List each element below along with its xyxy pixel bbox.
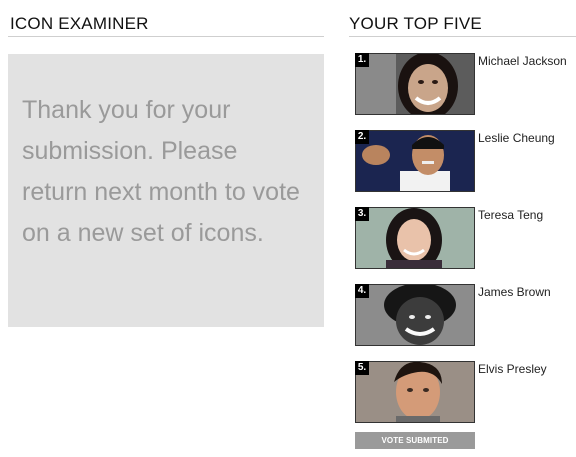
submission-message: Thank you for your submission. Please re… [22, 96, 300, 247]
left-title-divider [8, 36, 324, 37]
top-five-name: Teresa Teng [478, 208, 544, 222]
icon-examiner-title: ICON EXAMINER [10, 14, 149, 33]
rank-badge: 5. [355, 361, 369, 375]
top-five-item-5[interactable]: 5. Elvis Presley [355, 361, 575, 423]
leslie-cheung-photo[interactable] [355, 130, 475, 192]
page: ICON EXAMINER Thank you for your submiss… [0, 0, 576, 457]
top-five-item-4[interactable]: 4. James Brown [355, 284, 575, 346]
top-five-name: James Brown [478, 285, 551, 299]
elvis-presley-photo[interactable] [355, 361, 475, 423]
rank-badge: 1. [355, 53, 369, 67]
submission-message-panel: Thank you for your submission. Please re… [8, 54, 324, 327]
top-five-item-3[interactable]: 3. Teresa Teng [355, 207, 575, 269]
michael-jackson-photo[interactable] [355, 53, 475, 115]
rank-badge: 3. [355, 207, 369, 221]
top-five-name: Elvis Presley [478, 362, 547, 376]
vote-submitted-button[interactable]: VOTE SUBMITED [355, 432, 475, 449]
teresa-teng-photo[interactable] [355, 207, 475, 269]
top-five-item-1[interactable]: 1. Michael Jackson [355, 53, 575, 115]
top-five-title: YOUR TOP FIVE [349, 14, 482, 33]
top-five-name: Leslie Cheung [478, 131, 555, 145]
right-title-divider [349, 36, 576, 37]
rank-badge: 2. [355, 130, 369, 144]
top-five-name: Michael Jackson [478, 54, 567, 68]
james-brown-photo[interactable] [355, 284, 475, 346]
rank-badge: 4. [355, 284, 369, 298]
top-five-item-2[interactable]: 2. Leslie Cheung [355, 130, 575, 192]
